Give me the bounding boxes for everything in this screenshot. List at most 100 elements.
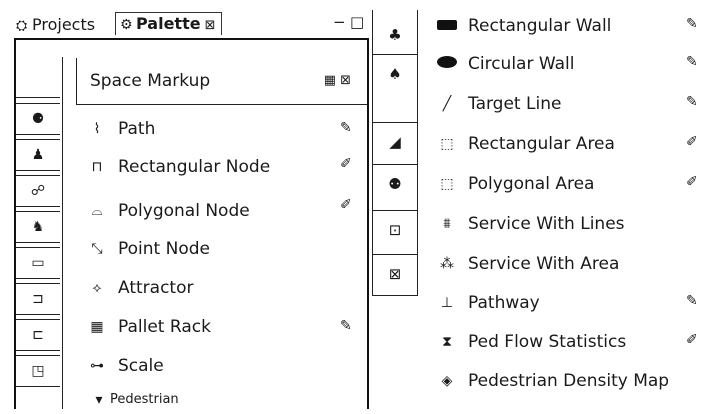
pencil-bar-icon[interactable]: ✐ (686, 174, 698, 190)
palette-category-strip: ⚈ ♟ ☍ ♞ ▭ ⊐ ⊏ ◳ (14, 57, 63, 409)
path-icon: ⌇ (93, 121, 101, 137)
palette-item-pallet-rack[interactable]: ▦ Pallet Rack (86, 313, 211, 341)
target-line-icon: ╱ (442, 96, 452, 112)
palette-item-label: Rectangular Wall (468, 16, 612, 36)
midstrip-tab-3[interactable]: ◢ (373, 122, 417, 161)
category-agent[interactable]: ⊐ (16, 283, 60, 315)
palette-item-polygonal-node[interactable]: ⌓ Polygonal Node (86, 197, 250, 225)
presentation-icon: ⊏ (32, 327, 44, 343)
pallet-rack-icon: ▦ (90, 319, 104, 335)
palette-item-rectangular-wall[interactable]: Rectangular Wall (436, 11, 611, 41)
palette-item-label: Point Node (118, 239, 210, 259)
palette-item-scale[interactable]: ⊶ Scale (86, 352, 164, 380)
section-controls: ▦⊠ (324, 73, 355, 88)
palette-item-pathway[interactable]: ⊥ Pathway (436, 288, 540, 318)
rail-icon: ☍ (30, 183, 46, 199)
palette-item-attractor[interactable]: ⟡ Attractor (86, 274, 193, 302)
minimize-icon[interactable]: − (333, 14, 346, 30)
category-icon: ♠ (388, 65, 402, 83)
category-pedestrian[interactable]: ♟ (16, 139, 60, 171)
circular-wall-icon (436, 49, 458, 79)
ped-flow-icon: ⧗ (442, 334, 452, 350)
category-process-modeling[interactable]: ⚈ (16, 103, 60, 135)
pencil-bar-icon[interactable]: ✐ (686, 134, 698, 150)
category-space-markup[interactable] (16, 57, 60, 98)
tab-projects[interactable]: ⛭ Projects (16, 14, 95, 36)
rectangular-area-icon: ⬚ (440, 136, 454, 152)
rectangular-node-icon: ⊓ (91, 159, 103, 175)
polygonal-node-icon: ⌓ (91, 203, 103, 219)
category-road[interactable]: ▭ (16, 247, 60, 279)
triangle-down-icon: ▾ (95, 392, 103, 408)
grid-view-icon[interactable]: ▦ (324, 73, 340, 88)
pencil-icon[interactable]: ✎ (686, 293, 698, 309)
tab-palette[interactable]: ⚙ Palette ⊠ (115, 12, 223, 35)
projects-icon: ⛭ (16, 18, 28, 34)
palette-item-label: Pallet Rack (118, 317, 211, 337)
service-lines-icon: ⩩ (443, 216, 451, 232)
midstrip-tab-6[interactable]: ⊠ (373, 254, 417, 293)
palette-item-pedestrian-density-map[interactable]: ◈ Pedestrian Density Map (436, 366, 670, 396)
tab-close-icon[interactable]: ⊠ (205, 18, 216, 33)
palette-item-rectangular-node[interactable]: ⊓ Rectangular Node (86, 153, 271, 181)
analysis-icon: ◳ (31, 363, 45, 379)
palette-item-ped-flow-statistics[interactable]: ⧗ Ped Flow Statistics (436, 327, 626, 357)
attractor-icon: ⟡ (92, 280, 102, 296)
pencil-icon[interactable]: ✎ (686, 94, 698, 110)
section-title: Space Markup (90, 71, 211, 91)
pathway-icon: ⊥ (440, 295, 454, 311)
category-icon: ⊠ (388, 265, 402, 283)
midstrip-tab-1[interactable]: ♣ (373, 16, 417, 54)
pencil-icon[interactable]: ✎ (340, 318, 352, 334)
pencil-icon[interactable]: ✎ (340, 120, 352, 136)
palette-item-label: Pedestrian (110, 392, 179, 407)
palette-item-label: Rectangular Node (118, 157, 271, 177)
pencil-icon[interactable]: ✎ (686, 54, 698, 70)
point-node-icon: ⤡ (91, 241, 103, 257)
density-map-icon: ◈ (441, 373, 453, 389)
palette-item-circular-wall[interactable]: Circular Wall (436, 49, 574, 79)
section-close-icon[interactable]: ⊠ (340, 73, 355, 88)
category-analysis[interactable]: ◳ (16, 355, 60, 387)
palette-item-service-with-lines[interactable]: ⩩ Service With Lines (436, 209, 625, 239)
palette-item-label: Pedestrian Density Map (468, 371, 670, 391)
pedestrian-icon: ♟ (31, 147, 45, 163)
palette-item-service-with-area[interactable]: ⁂ Service With Area (436, 249, 619, 279)
palette-item-point-node[interactable]: ⤡ Point Node (86, 235, 210, 263)
palette-item-label: Circular Wall (468, 54, 575, 74)
palette-item-rectangular-area[interactable]: ⬚ Rectangular Area (436, 129, 615, 159)
palette-item-label: Pathway (468, 293, 540, 313)
tab-palette-label: Palette (136, 14, 201, 33)
palette-item-label: Service With Lines (468, 214, 625, 234)
pencil-bar-icon[interactable]: ✐ (340, 156, 352, 172)
tab-projects-label: Projects (32, 15, 96, 34)
palette-item-target-line[interactable]: ╱ Target Line (436, 89, 562, 119)
palette-item-label: Rectangular Area (468, 134, 615, 154)
category-icon: ⚉ (388, 175, 402, 193)
midstrip-tab-4[interactable]: ⚉ (373, 164, 417, 203)
category-fluid[interactable]: ♞ (16, 211, 60, 243)
section-header[interactable]: Space Markup ▦⊠ (76, 58, 367, 105)
pencil-bar-icon[interactable]: ✐ (340, 197, 352, 213)
category-icon: ⊡ (388, 221, 402, 239)
palette-item-polygonal-area[interactable]: ⬚ Polygonal Area (436, 169, 594, 199)
category-rail[interactable]: ☍ (16, 175, 60, 207)
pencil-bar-icon[interactable]: ✐ (686, 332, 698, 348)
palette-item-path[interactable]: ⌇ Path (86, 115, 156, 143)
category-presentation[interactable]: ⊏ (16, 319, 60, 351)
pencil-icon[interactable]: ✎ (686, 16, 698, 32)
maximize-icon[interactable]: □ (350, 14, 364, 30)
palette-item-pedestrian-group[interactable]: ▾ Pedestrian (94, 386, 179, 414)
palette-item-label: Polygonal Node (118, 201, 250, 221)
rectangular-wall-icon (436, 11, 458, 41)
category-icon: ◢ (389, 133, 401, 151)
midstrip-tab-5[interactable]: ⊡ (373, 210, 417, 249)
palette-item-label: Ped Flow Statistics (468, 332, 627, 352)
service-area-icon: ⁂ (440, 256, 454, 272)
palette-item-label: Scale (118, 356, 164, 376)
agent-icon: ⊐ (32, 291, 44, 307)
palette-item-label: Path (118, 119, 156, 139)
midstrip-tab-2[interactable]: ♠ (373, 54, 417, 93)
process-icon: ⚈ (31, 111, 45, 127)
palette-item-label: Target Line (468, 94, 562, 114)
